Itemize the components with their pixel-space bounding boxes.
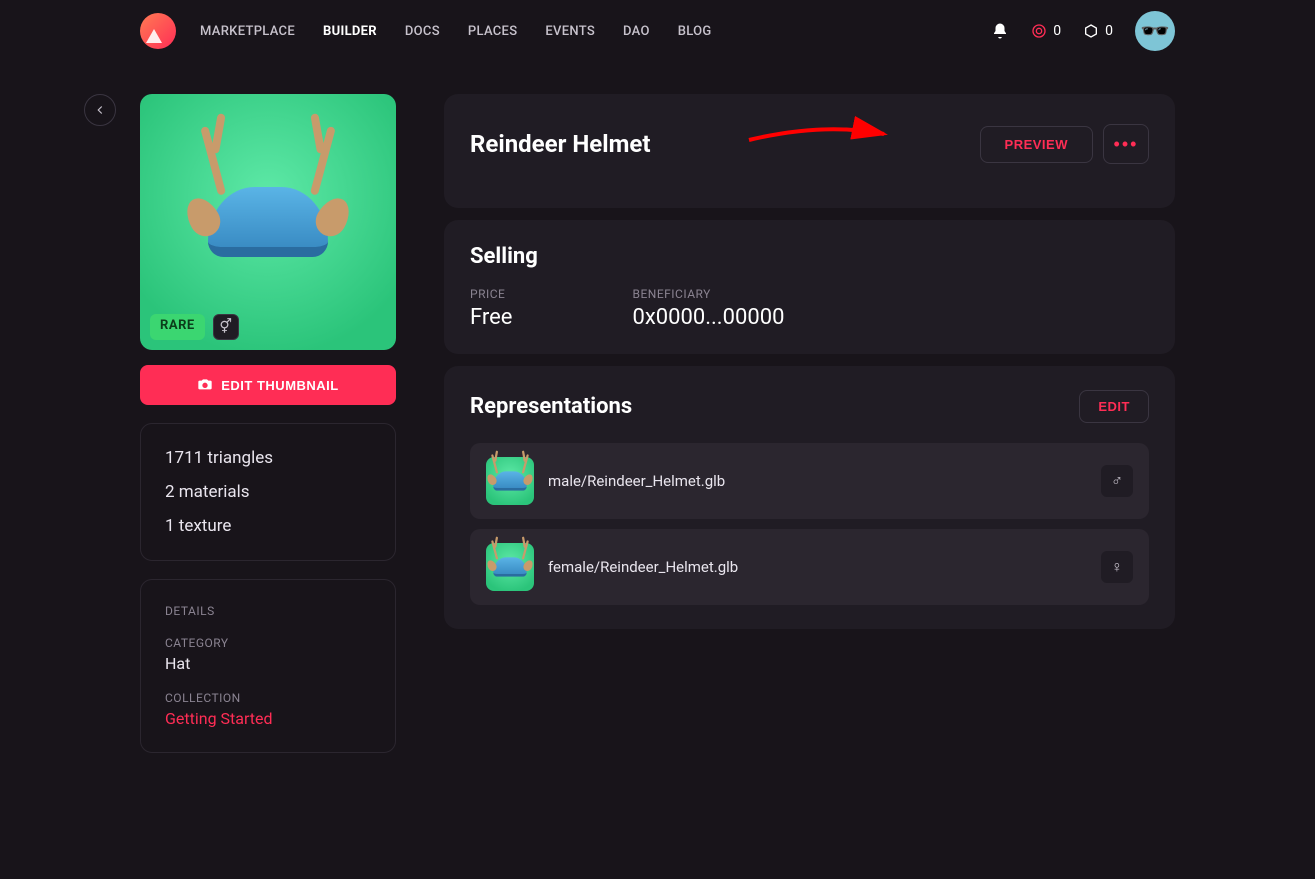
header-card: Reindeer Helmet PREVIEW •••: [444, 94, 1175, 208]
price-label: PRICE: [470, 287, 512, 301]
details-heading: DETAILS: [165, 604, 371, 618]
representation-file: male/Reindeer_Helmet.glb: [548, 472, 1087, 490]
collection-label: COLLECTION: [165, 691, 371, 705]
price-value: Free: [470, 305, 512, 330]
preview-button[interactable]: PREVIEW: [980, 126, 1093, 163]
selling-heading: Selling: [470, 244, 1149, 269]
camera-icon: [197, 376, 213, 395]
mana-balance[interactable]: 0: [1031, 23, 1061, 39]
category-label: CATEGORY: [165, 636, 371, 650]
nav-events[interactable]: EVENTS: [545, 24, 595, 39]
nav-dao[interactable]: DAO: [623, 24, 650, 39]
beneficiary-label: BENEFICIARY: [632, 287, 784, 301]
more-button[interactable]: •••: [1103, 124, 1149, 164]
nav-places[interactable]: PLACES: [468, 24, 517, 39]
gender-badge: ⚥: [213, 314, 239, 340]
representation-row[interactable]: female/Reindeer_Helmet.glb ♀: [470, 529, 1149, 605]
collection-link[interactable]: Getting Started: [165, 709, 371, 728]
bell-icon[interactable]: [991, 22, 1009, 40]
ellipsis-icon: •••: [1114, 134, 1139, 155]
polygon-balance[interactable]: 0: [1083, 23, 1113, 39]
polygon-icon: [1083, 23, 1099, 39]
representation-thumb-icon: [486, 457, 534, 505]
edit-thumbnail-label: EDIT THUMBNAIL: [221, 378, 339, 393]
back-button[interactable]: [84, 94, 116, 126]
representation-thumb-icon: [486, 543, 534, 591]
representations-card: Representations EDIT male/Reindeer_Helme…: [444, 366, 1175, 629]
stats-box: 1711 triangles 2 materials 1 texture: [140, 423, 396, 561]
edit-representations-button[interactable]: EDIT: [1079, 390, 1149, 423]
category-value: Hat: [165, 654, 371, 673]
poly-count: 0: [1105, 23, 1113, 39]
female-icon: ♀: [1101, 551, 1133, 583]
stat-textures: 1 texture: [165, 516, 371, 536]
nav-links: MARKETPLACE BUILDER DOCS PLACES EVENTS D…: [200, 24, 712, 39]
navbar: MARKETPLACE BUILDER DOCS PLACES EVENTS D…: [0, 0, 1315, 62]
mana-count: 0: [1053, 23, 1061, 39]
selling-card: Selling PRICE Free BENEFICIARY 0x0000...…: [444, 220, 1175, 354]
male-icon: ♂: [1101, 465, 1133, 497]
representation-file: female/Reindeer_Helmet.glb: [548, 558, 1087, 576]
representation-row[interactable]: male/Reindeer_Helmet.glb ♂: [470, 443, 1149, 519]
item-thumbnail: RARE ⚥: [140, 94, 396, 350]
avatar[interactable]: 🕶️: [1135, 11, 1175, 51]
edit-thumbnail-button[interactable]: EDIT THUMBNAIL: [140, 365, 396, 405]
nav-blog[interactable]: BLOG: [678, 24, 712, 39]
nav-marketplace[interactable]: MARKETPLACE: [200, 24, 295, 39]
beneficiary-value: 0x0000...00000: [632, 305, 784, 330]
representations-heading: Representations: [470, 394, 1079, 419]
stat-materials: 2 materials: [165, 482, 371, 502]
rarity-badge: RARE: [150, 314, 205, 340]
stat-triangles: 1711 triangles: [165, 448, 371, 468]
details-box: DETAILS CATEGORY Hat COLLECTION Getting …: [140, 579, 396, 753]
logo-icon[interactable]: [140, 13, 176, 49]
nav-docs[interactable]: DOCS: [405, 24, 440, 39]
nav-builder[interactable]: BUILDER: [323, 24, 377, 39]
item-title: Reindeer Helmet: [470, 130, 980, 158]
mana-icon: [1031, 23, 1047, 39]
